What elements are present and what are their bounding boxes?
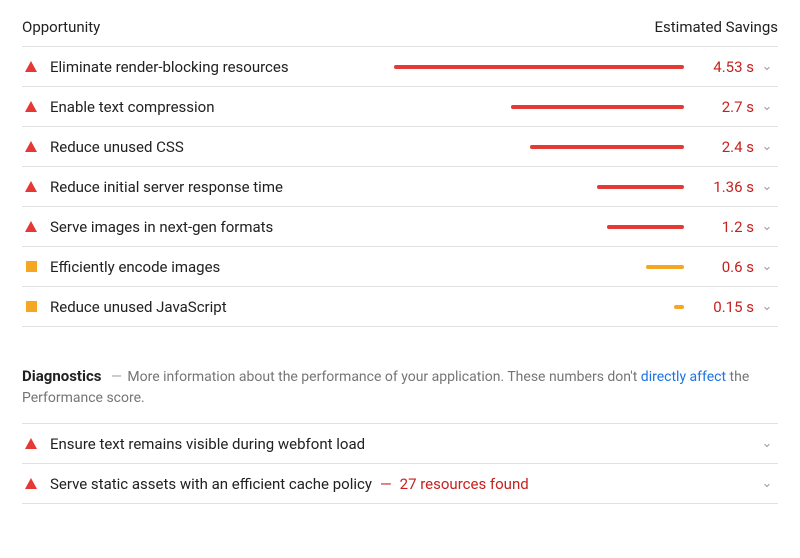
diagnostics-title: Diagnostics — [22, 367, 101, 385]
opportunity-label: Eliminate render-blocking resources — [50, 58, 394, 76]
savings-bar — [646, 265, 684, 269]
diagnostics-list: Ensure text remains visible during webfo… — [22, 423, 778, 504]
savings-bar — [394, 65, 684, 69]
fail-triangle-icon — [24, 101, 38, 113]
savings-bar — [530, 145, 684, 149]
chevron-down-icon: ⌄ — [758, 436, 776, 451]
diagnostics-description-link[interactable]: directly affect — [641, 369, 726, 385]
savings-value: 0.6 s — [694, 258, 754, 276]
opportunity-label: Reduce unused CSS — [50, 138, 394, 156]
savings-value: 1.36 s — [694, 178, 754, 196]
diagnostic-row[interactable]: Ensure text remains visible during webfo… — [22, 424, 778, 464]
savings-bar-container — [394, 145, 684, 149]
chevron-down-icon: ⌄ — [758, 99, 776, 114]
fail-triangle-icon — [24, 141, 38, 153]
average-square-icon — [24, 301, 38, 313]
fail-triangle-icon — [24, 438, 38, 450]
savings-value: 0.15 s — [694, 298, 754, 316]
chevron-down-icon: ⌄ — [758, 59, 776, 74]
diagnostic-label: Ensure text remains visible during webfo… — [50, 435, 402, 453]
savings-bar-container — [394, 225, 684, 229]
diagnostics-header: Diagnostics — More information about the… — [22, 365, 778, 423]
opportunity-label: Serve images in next-gen formats — [50, 218, 394, 236]
dash: — — [380, 475, 392, 493]
chevron-down-icon: ⌄ — [758, 476, 776, 491]
savings-value: 1.2 s — [694, 218, 754, 236]
opportunity-row[interactable]: Reduce initial server response time 1.36… — [22, 167, 778, 207]
diagnostic-label: Serve static assets with an efficient ca… — [50, 475, 372, 493]
opportunity-row[interactable]: Enable text compression 2.7 s ⌄ — [22, 87, 778, 127]
opportunity-label: Reduce initial server response time — [50, 178, 394, 196]
savings-value: 2.7 s — [694, 98, 754, 116]
fail-triangle-icon — [24, 478, 38, 490]
opportunities-header: Opportunity Estimated Savings — [22, 18, 778, 46]
chevron-down-icon: ⌄ — [758, 259, 776, 274]
diagnostics-description-pre: More information about the performance o… — [127, 369, 640, 385]
savings-bar-container — [394, 305, 684, 309]
savings-bar — [674, 305, 684, 309]
opportunity-row[interactable]: Reduce unused JavaScript 0.15 s ⌄ — [22, 287, 778, 327]
opportunity-label: Reduce unused JavaScript — [50, 298, 394, 316]
diagnostics-section: Diagnostics — More information about the… — [22, 365, 778, 504]
chevron-down-icon: ⌄ — [758, 219, 776, 234]
chevron-down-icon: ⌄ — [758, 139, 776, 154]
average-square-icon — [24, 261, 38, 273]
opportunity-row[interactable]: Reduce unused CSS 2.4 s ⌄ — [22, 127, 778, 167]
opportunity-label: Efficiently encode images — [50, 258, 394, 276]
savings-bar — [607, 225, 684, 229]
diagnostic-extra: 27 resources found — [400, 475, 529, 493]
opportunities-list: Eliminate render-blocking resources 4.53… — [22, 46, 778, 327]
fail-triangle-icon — [24, 61, 38, 73]
dash: — — [111, 369, 122, 385]
savings-value: 4.53 s — [694, 58, 754, 76]
header-savings-label: Estimated Savings — [655, 18, 779, 36]
opportunity-row[interactable]: Eliminate render-blocking resources 4.53… — [22, 47, 778, 87]
opportunity-label: Enable text compression — [50, 98, 394, 116]
fail-triangle-icon — [24, 181, 38, 193]
diagnostic-row[interactable]: Serve static assets with an efficient ca… — [22, 464, 778, 504]
savings-bar-container — [394, 105, 684, 109]
savings-bar-container — [394, 265, 684, 269]
savings-bar-container — [394, 65, 684, 69]
chevron-down-icon: ⌄ — [758, 179, 776, 194]
header-opportunity-label: Opportunity — [22, 18, 100, 36]
savings-value: 2.4 s — [694, 138, 754, 156]
fail-triangle-icon — [24, 221, 38, 233]
opportunity-row[interactable]: Efficiently encode images 0.6 s ⌄ — [22, 247, 778, 287]
savings-bar — [511, 105, 684, 109]
savings-bar — [597, 185, 684, 189]
chevron-down-icon: ⌄ — [758, 299, 776, 314]
opportunity-row[interactable]: Serve images in next-gen formats 1.2 s ⌄ — [22, 207, 778, 247]
savings-bar-container — [394, 185, 684, 189]
